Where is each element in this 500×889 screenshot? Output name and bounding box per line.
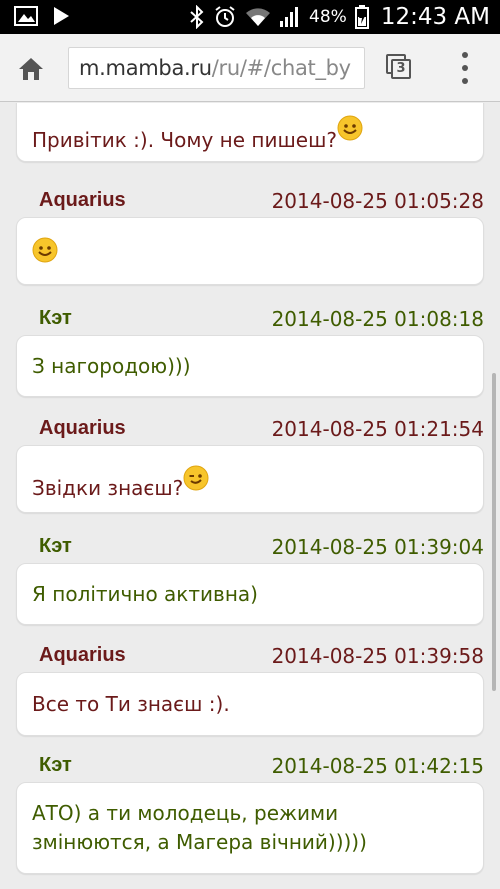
message-text: З нагородою))) (32, 354, 191, 378)
message-bubble: Звідки знаєш? (16, 445, 484, 513)
url-host: m.mamba.ru (79, 56, 212, 80)
message-time: 2014-08-25 01:42:15 (271, 754, 484, 778)
home-icon (19, 58, 43, 80)
message-text: АТО) а ти молодець, режими змінюются, а … (32, 801, 367, 854)
message-bubble: Привітик :). Чому не пишеш? (16, 103, 484, 162)
chat-log[interactable]: Привітик :). Чому не пишеш? Aquarius 201… (0, 103, 500, 889)
message-time: 2014-08-25 01:21:54 (271, 417, 484, 441)
message-bubble (16, 217, 484, 285)
alarm-icon (215, 6, 235, 27)
message-text: Привітик :). Чому не пишеш? (32, 115, 363, 155)
signal-icon (280, 7, 299, 27)
wink-emoji-icon (183, 465, 209, 491)
message-text (32, 237, 58, 267)
message-bubble: Все то Ти знаєш :). (16, 672, 484, 736)
menu-button[interactable] (459, 52, 471, 84)
browser-toolbar: m.mamba.ru/ru/#/chat_by 3 (0, 34, 500, 102)
status-bar: 48% 12:43 AM (0, 0, 500, 34)
message-text: Все то Ти знаєш :). (32, 692, 230, 716)
message-bubble: Я політично активна) (16, 563, 484, 625)
menu-dot (462, 78, 468, 84)
image-icon (14, 6, 38, 26)
message-author[interactable]: Кэт (39, 307, 72, 330)
message-time: 2014-08-25 01:39:58 (271, 644, 484, 668)
message-author[interactable]: Aquarius (39, 189, 126, 212)
message-time: 2014-08-25 01:05:28 (271, 189, 484, 213)
bluetooth-icon (190, 5, 204, 29)
tab-count: 3 (391, 59, 411, 79)
message-author[interactable]: Aquarius (39, 644, 126, 667)
home-button[interactable] (16, 54, 46, 84)
menu-dot (462, 65, 468, 71)
message-bubble: З нагородою))) (16, 335, 484, 397)
battery-icon (354, 5, 369, 29)
message-time: 2014-08-25 01:08:18 (271, 307, 484, 331)
scrollbar[interactable] (492, 373, 496, 691)
smile-emoji-icon (32, 237, 58, 263)
message-text: Звідки знаєш? (32, 465, 209, 503)
menu-dot (462, 52, 468, 58)
wifi-icon (246, 8, 271, 26)
battery-percent: 48% (309, 7, 347, 27)
clock: 12:43 AM (380, 4, 490, 30)
smile-emoji-icon (337, 115, 363, 141)
message-bubble: АТО) а ти молодець, режими змінюются, а … (16, 782, 484, 874)
message-text: Я політично активна) (32, 582, 258, 606)
message-author[interactable]: Кэт (39, 535, 72, 558)
message-author[interactable]: Aquarius (39, 417, 126, 440)
message-author[interactable]: Кэт (39, 754, 72, 777)
play-icon (54, 7, 69, 25)
message-time: 2014-08-25 01:39:04 (271, 535, 484, 559)
url-text: m.mamba.ru/ru/#/chat_by (79, 56, 351, 80)
tabs-button[interactable]: 3 (385, 53, 415, 83)
url-bar[interactable]: m.mamba.ru/ru/#/chat_by (68, 47, 365, 89)
url-path: /ru/#/chat_by (211, 56, 351, 80)
